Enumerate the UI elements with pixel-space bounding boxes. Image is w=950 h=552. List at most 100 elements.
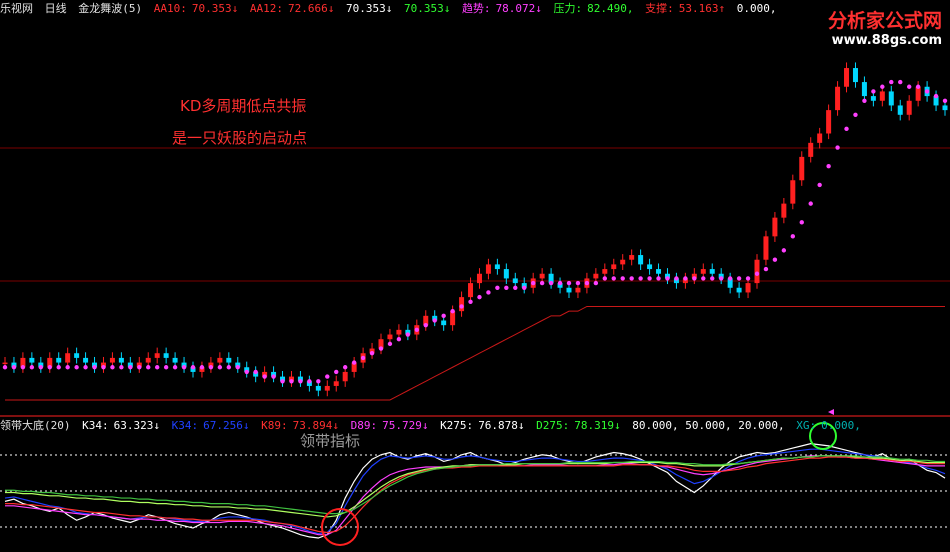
trend-dot: [38, 365, 44, 370]
candle-body: [396, 329, 402, 335]
candle-body: [799, 156, 805, 181]
trend-dot: [522, 285, 527, 290]
trend-dot: [486, 290, 491, 295]
trend-dot: [342, 365, 348, 370]
candle-body: [861, 82, 867, 97]
trend-dot: [378, 346, 384, 351]
trend-dot: [423, 322, 428, 328]
aa12-label: AA12:: [249, 2, 283, 15]
candle-body: [745, 283, 751, 293]
candle-body: [145, 357, 151, 363]
trend-dot: [557, 280, 563, 286]
trend-dot: [432, 318, 437, 323]
trend-dot: [727, 276, 733, 281]
trend-dot: [181, 365, 187, 370]
d275-value: 78.319↓: [574, 419, 621, 432]
candle-body: [852, 68, 858, 83]
trend-dot: [92, 365, 97, 370]
trend-dot: [754, 271, 760, 276]
candle-body: [226, 357, 232, 363]
candle-body: [870, 96, 876, 101]
candle-body: [736, 287, 742, 293]
candle-body: [844, 68, 850, 87]
indicator-name: 金龙舞波(5): [78, 2, 143, 15]
candle-body: [593, 273, 599, 279]
candle-body: [333, 381, 339, 386]
candle-body: [620, 259, 626, 265]
trend-dot: [29, 365, 35, 370]
trend-dot: [56, 365, 61, 370]
trend-dot: [119, 365, 124, 370]
candle-body: [888, 91, 894, 106]
trend-dot: [477, 294, 482, 300]
d275-label: D275:: [536, 419, 570, 432]
candle-body: [2, 362, 8, 365]
candle-body: [324, 385, 330, 391]
candle-body: [942, 105, 948, 111]
trend-dot: [65, 365, 70, 370]
trend-dot: [289, 379, 294, 384]
trend-dot: [566, 280, 572, 286]
trend-dot: [351, 360, 357, 365]
candle-body: [163, 353, 169, 358]
trend-dot: [539, 280, 545, 286]
trend-dot: [172, 365, 178, 370]
candle-body: [709, 269, 715, 274]
candle-body: [503, 269, 509, 279]
trend-dot: [369, 351, 375, 356]
trend-dot: [593, 280, 599, 286]
trend-dot: [199, 365, 205, 370]
candle-body: [817, 133, 823, 143]
candle-body: [897, 105, 903, 115]
trend-dot: [638, 276, 643, 281]
candle-body: [342, 371, 348, 382]
trend-dot: [468, 299, 473, 304]
trend-dot: [20, 365, 26, 370]
candle-body: [65, 353, 71, 363]
trend-dot: [584, 280, 590, 286]
trend-dot: [405, 332, 411, 337]
trend-dot: [620, 276, 625, 281]
aa10-label: AA10:: [153, 2, 187, 15]
trend-dot: [208, 365, 214, 370]
trend-dot: [226, 365, 232, 370]
trend-dot: [101, 365, 106, 370]
trend-dot: [718, 276, 724, 281]
header-bar: 乐视网 日线 金龙舞波(5) AA10: 70.353↓ AA12: 72.666↓…: [0, 2, 782, 15]
trend-dot: [548, 280, 554, 286]
trend-dot: [906, 84, 912, 89]
candle-body: [476, 273, 482, 284]
period-label[interactable]: 日线: [45, 2, 67, 15]
trend-dot: [692, 276, 697, 281]
trend-dot: [47, 365, 52, 370]
trend-dot: [862, 98, 867, 103]
upper-grid: [0, 147, 950, 417]
trend-dot: [459, 304, 464, 309]
trend-dot: [414, 327, 420, 333]
candle-body: [763, 236, 769, 260]
candle-body: [906, 100, 912, 115]
trend-dot: [844, 126, 849, 132]
trend-dot: [736, 276, 742, 281]
price-chart[interactable]: [0, 0, 950, 552]
trend-dot: [441, 313, 446, 319]
trend-dot: [513, 285, 518, 290]
trend-dot: [853, 112, 858, 118]
trend-dot: [942, 98, 948, 103]
k34-label: K34:: [82, 419, 109, 432]
trend-dot: [530, 280, 536, 286]
candle-body: [602, 269, 608, 274]
candle-body: [56, 357, 62, 363]
trend-dot: [575, 280, 581, 286]
candle-body: [172, 357, 178, 363]
trend-dot: [137, 365, 142, 370]
lower-header-bar: 领带大底(20) K34: 63.323↓ K34: 67.256↓ K89: 73.…: [0, 419, 866, 432]
candle-body: [485, 264, 491, 274]
trend-dot: [235, 365, 240, 370]
candle-body: [835, 86, 841, 111]
lower-indicator-name: 领带大底(20): [0, 419, 71, 432]
trend-dot: [745, 276, 751, 281]
trend-dot: [217, 365, 223, 370]
candle-body: [459, 297, 465, 312]
trend-dot: [826, 164, 831, 169]
